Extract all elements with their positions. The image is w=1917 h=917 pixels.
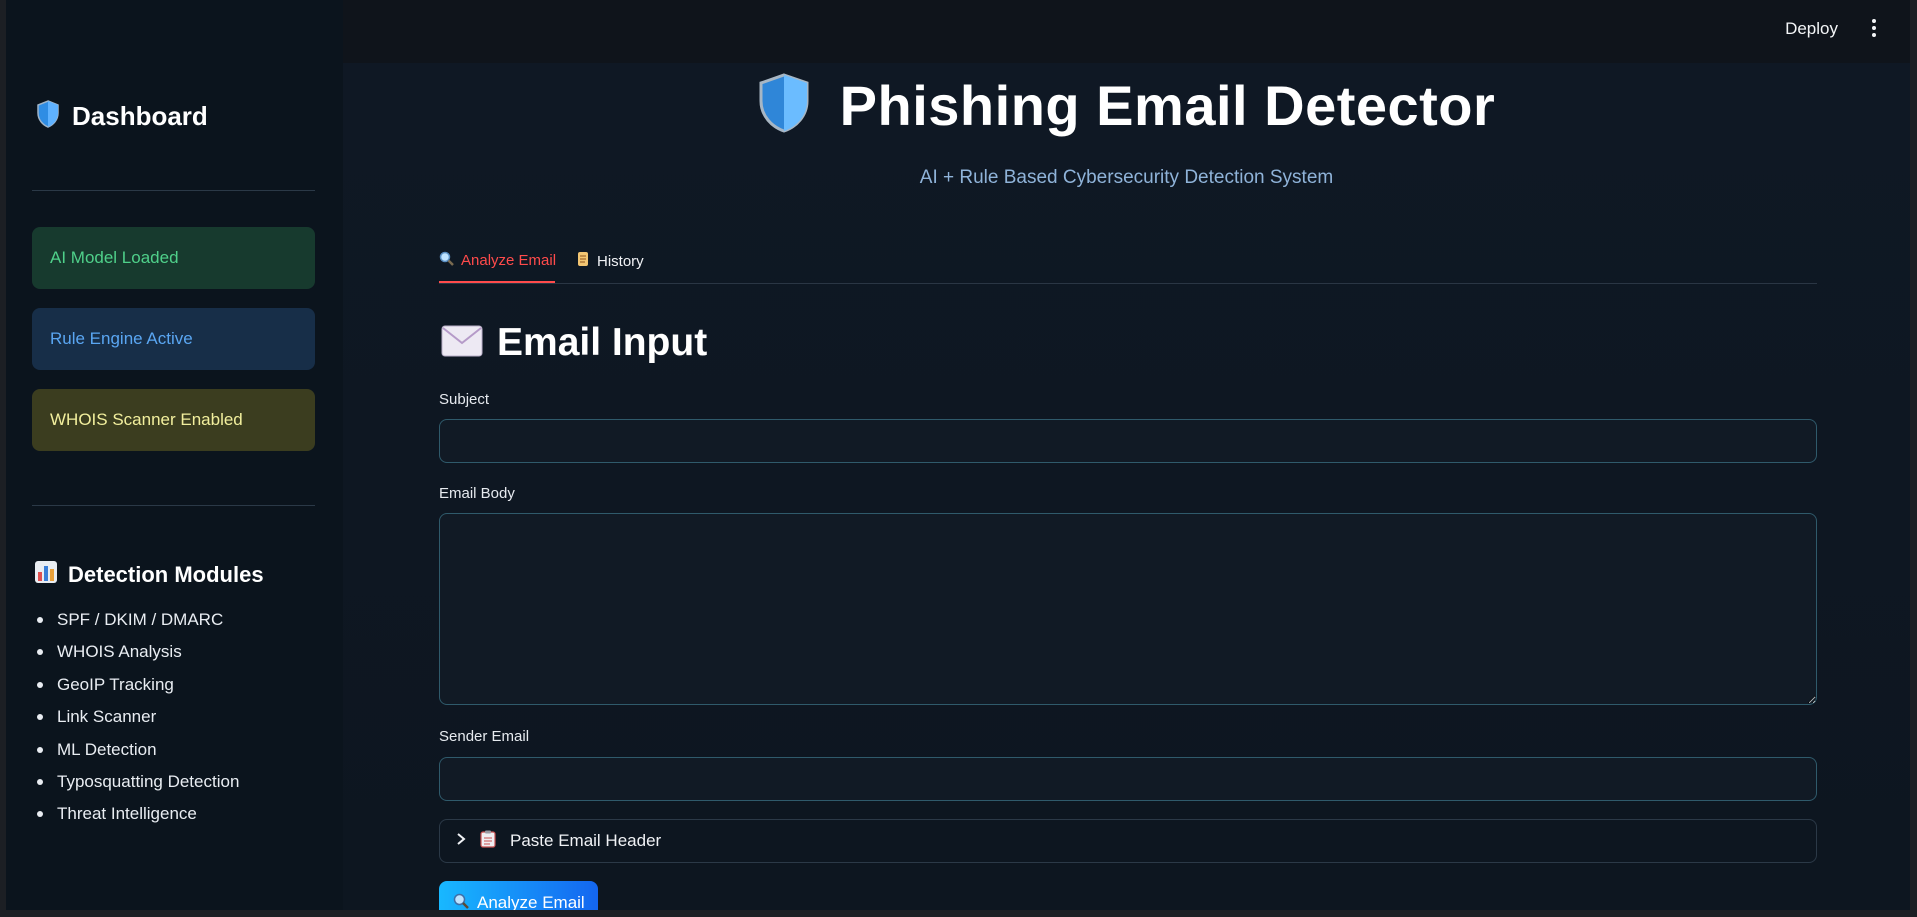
page-header: Phishing Email Detector bbox=[343, 73, 1910, 138]
modules-heading-label: Detection Modules bbox=[68, 561, 264, 587]
list-item: SPF / DKIM / DMARC bbox=[34, 608, 239, 640]
paste-header-expander[interactable]: Paste Email Header bbox=[439, 819, 1817, 863]
tab-analyze-email[interactable]: Analyze Email bbox=[439, 251, 556, 270]
sender-email-input[interactable] bbox=[439, 757, 1817, 801]
list-item: GeoIP Tracking bbox=[34, 673, 239, 705]
sidebar-title-label: Dashboard bbox=[72, 101, 208, 131]
tab-bar: Analyze Email History bbox=[439, 243, 1817, 284]
page-title: Phishing Email Detector bbox=[839, 74, 1496, 137]
page-subtitle: AI + Rule Based Cybersecurity Detection … bbox=[919, 167, 1334, 188]
top-bar: Deploy bbox=[343, 0, 1910, 63]
active-tab-indicator bbox=[439, 281, 555, 283]
status-rule-engine: Rule Engine Active bbox=[32, 308, 315, 370]
list-item: ML Detection bbox=[34, 738, 239, 770]
section-title-label: Email Input bbox=[497, 321, 708, 364]
divider bbox=[32, 190, 315, 191]
shield-icon bbox=[36, 100, 60, 133]
envelope-icon bbox=[441, 325, 483, 362]
subject-input[interactable] bbox=[439, 419, 1817, 463]
button-label: Analyze Email bbox=[477, 893, 585, 910]
section-title: Email Input bbox=[441, 321, 707, 365]
sidebar: Dashboard AI Model Loaded Rule Engine Ac… bbox=[6, 0, 344, 910]
tab-label: History bbox=[597, 252, 644, 270]
clipboard-icon bbox=[480, 830, 496, 853]
main-content: Phishing Email Detector AI + Rule Based … bbox=[343, 63, 1910, 910]
divider bbox=[32, 505, 315, 506]
modules-list: SPF / DKIM / DMARC WHOIS Analysis GeoIP … bbox=[34, 608, 239, 835]
sidebar-title: Dashboard bbox=[36, 100, 208, 133]
magnifier-icon bbox=[439, 251, 454, 270]
list-item: WHOIS Analysis bbox=[34, 640, 239, 672]
magnifier-icon bbox=[453, 893, 469, 911]
subject-label: Subject bbox=[439, 391, 490, 408]
list-item: Typosquatting Detection bbox=[34, 770, 239, 802]
tab-label: Analyze Email bbox=[461, 252, 557, 269]
app-window: Dashboard AI Model Loaded Rule Engine Ac… bbox=[6, 0, 1910, 910]
tab-history[interactable]: History bbox=[576, 251, 644, 271]
expander-label: Paste Email Header bbox=[510, 831, 662, 850]
more-options-icon[interactable] bbox=[1870, 19, 1878, 39]
analyze-email-button[interactable]: Analyze Email bbox=[439, 881, 598, 910]
modules-heading: Detection Modules bbox=[34, 560, 264, 589]
shield-icon bbox=[758, 73, 810, 138]
deploy-button[interactable]: Deploy bbox=[1779, 18, 1844, 40]
list-item: Threat Intelligence bbox=[34, 802, 239, 834]
email-body-input[interactable] bbox=[439, 513, 1817, 705]
list-item: Link Scanner bbox=[34, 705, 239, 737]
chevron-right-icon bbox=[456, 832, 466, 851]
status-whois: WHOIS Scanner Enabled bbox=[32, 389, 315, 451]
sender-email-label: Sender Email bbox=[439, 728, 530, 745]
email-body-label: Email Body bbox=[439, 485, 515, 502]
status-ai-model: AI Model Loaded bbox=[32, 227, 315, 289]
scroll-icon bbox=[576, 251, 590, 271]
bar-chart-icon bbox=[34, 560, 58, 589]
